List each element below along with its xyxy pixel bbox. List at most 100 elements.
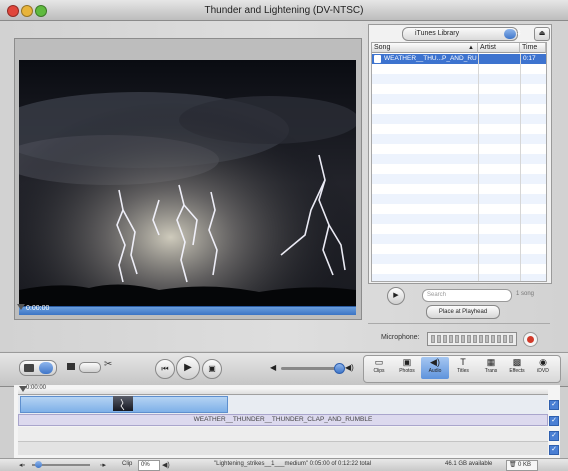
- record-voiceover-button[interactable]: [523, 332, 538, 347]
- search-placeholder: Search: [427, 292, 447, 298]
- volume-high-icon: ◀): [345, 363, 354, 372]
- eject-icon: ⏏: [538, 30, 546, 37]
- camera-mode-switch[interactable]: [79, 362, 101, 373]
- video-monitor[interactable]: [19, 60, 356, 306]
- zoom-out-icon: ◂▫: [19, 462, 25, 469]
- playhead-time: 0:00:00: [26, 305, 50, 312]
- window-title: Thunder and Lightening (DV-NTSC): [204, 5, 364, 16]
- meter-segment: [437, 335, 441, 343]
- track-time: 0:17: [523, 55, 536, 62]
- audio-track-3[interactable]: [18, 442, 548, 455]
- meter-segment: [497, 335, 501, 343]
- meter-segment: [431, 335, 435, 343]
- volume-low-icon: ◀: [270, 363, 277, 372]
- preview-play-button[interactable]: ▶: [387, 287, 405, 305]
- clip-view-icon: [24, 364, 34, 372]
- timeline-view-icon: [39, 362, 53, 374]
- eject-button[interactable]: ⏏: [534, 27, 550, 41]
- clip-thumbnail: [113, 396, 133, 411]
- trash-icon: 🗑: [509, 462, 517, 468]
- audio-track-2[interactable]: [18, 427, 548, 442]
- meter-segment: [509, 335, 513, 343]
- tab-label: Titles: [457, 368, 469, 374]
- audio-track-1-checkbox[interactable]: ✓: [549, 416, 559, 426]
- disk-available: 46.1 GB available: [445, 461, 493, 467]
- tab-effects[interactable]: ▩ Effects: [503, 357, 531, 379]
- divider: [368, 323, 550, 324]
- rewind-button[interactable]: ⏮: [155, 359, 175, 379]
- meter-segment: [479, 335, 483, 343]
- rewind-icon: ⏮: [161, 364, 169, 373]
- column-header-time[interactable]: Time: [520, 43, 546, 53]
- library-source-label: iTunes Library: [415, 30, 460, 37]
- tab-label: iDVD: [537, 368, 549, 374]
- play-fullscreen-button[interactable]: ▣: [202, 359, 222, 379]
- clip-volume-label: Clip: [122, 461, 133, 467]
- tab-photos[interactable]: ▣ Photos: [393, 357, 421, 379]
- audio-track-2-checkbox[interactable]: ✓: [549, 431, 559, 441]
- meter-segment: [443, 335, 447, 343]
- search-input[interactable]: Search: [422, 289, 512, 302]
- meter-segment: [485, 335, 489, 343]
- project-info: "Lightening_strikes__1___medium" 0:05:00…: [214, 461, 372, 467]
- track-table[interactable]: Song ▲ Artist Time WEATHER__THU...P_AND_…: [371, 42, 547, 282]
- transitions-icon: ▦: [486, 357, 496, 367]
- clip-volume-field[interactable]: 0%: [138, 460, 160, 471]
- place-at-playhead-button[interactable]: Place at Playhead: [426, 305, 500, 319]
- clip-thumbnail-image: [120, 398, 125, 411]
- tab-label: Trans: [484, 368, 498, 374]
- timeline-time: 0:00:00: [26, 385, 47, 391]
- tab-label: Photos: [399, 368, 415, 374]
- scrubber-bar[interactable]: [19, 306, 356, 315]
- column-header-label: Artist: [480, 44, 496, 51]
- status-bar: ◂▫ ▫▸ Clip 0% ◀) "Lightening_strikes__1_…: [0, 458, 568, 471]
- audio-icon: ◀): [430, 357, 440, 367]
- song-count: 1 song: [516, 291, 535, 297]
- column-header-label: Time: [522, 44, 538, 51]
- play-button[interactable]: ▶: [176, 356, 200, 380]
- volume-slider-knob[interactable]: [334, 363, 345, 374]
- tab-titles[interactable]: T Titles: [449, 357, 477, 379]
- tab-label: Audio: [428, 368, 442, 374]
- play-icon: ▶: [393, 292, 399, 299]
- zoom-in-icon: ▫▸: [100, 462, 106, 469]
- audio-file-icon: [374, 55, 381, 63]
- meter-segment: [503, 335, 507, 343]
- playhead-handle[interactable]: [17, 304, 25, 310]
- speaker-icon: ◀): [162, 462, 170, 469]
- meter-segment: [455, 335, 459, 343]
- record-icon: [527, 336, 534, 343]
- timeline-ruler[interactable]: [18, 388, 548, 395]
- tab-clips[interactable]: ▭ Clips: [365, 357, 393, 379]
- meter-segment: [461, 335, 465, 343]
- camera-icon: [67, 363, 75, 370]
- audio-track-3-checkbox[interactable]: ✓: [549, 445, 559, 455]
- titles-icon: T: [460, 357, 466, 367]
- video-track-checkbox[interactable]: ✓: [549, 400, 559, 410]
- play-icon: ▶: [184, 362, 192, 373]
- volume-slider[interactable]: [281, 367, 339, 370]
- idvd-icon: ◉: [539, 357, 547, 367]
- tab-audio[interactable]: ◀) Audio: [421, 357, 449, 379]
- meter-segment: [449, 335, 453, 343]
- tab-transitions[interactable]: ▦ Trans: [477, 357, 505, 379]
- column-divider: [520, 54, 521, 281]
- zoom-slider-knob[interactable]: [35, 461, 42, 468]
- column-header-label: Song: [374, 44, 391, 51]
- trash-size: 0 KB: [518, 462, 532, 468]
- microphone-label: Microphone:: [381, 334, 420, 341]
- effects-icon: ▩: [512, 357, 522, 367]
- scissors-icon: ✂: [104, 359, 113, 370]
- column-header-artist[interactable]: Artist: [478, 43, 520, 53]
- chevron-updown-icon: ⇕: [504, 29, 522, 39]
- column-header-song[interactable]: Song ▲: [372, 43, 478, 53]
- tab-idvd[interactable]: ◉ iDVD: [529, 357, 557, 379]
- fullscreen-play-icon: ▣: [208, 364, 216, 373]
- meter-segment: [491, 335, 495, 343]
- view-toggle[interactable]: [19, 360, 57, 376]
- library-source-select[interactable]: iTunes Library ⇕: [402, 27, 522, 41]
- column-divider: [478, 54, 479, 281]
- microphone-level-meter: [427, 332, 517, 346]
- trash-button[interactable]: 🗑 0 KB: [506, 460, 538, 471]
- tab-label: Clips: [373, 368, 385, 374]
